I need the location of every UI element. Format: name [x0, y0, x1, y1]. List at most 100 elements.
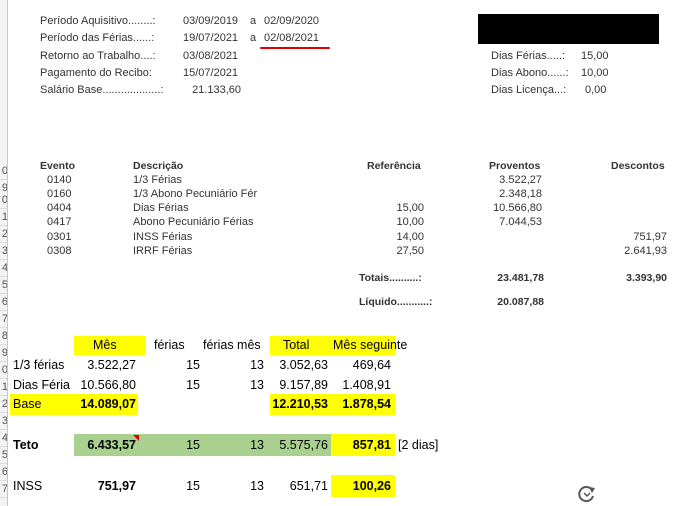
row-number[interactable]: 6: [0, 294, 7, 311]
evento-code: 0160: [47, 188, 72, 200]
cell-total[interactable]: 9.157,89: [268, 378, 328, 392]
dias-licenca-label: Dias Licença...:: [491, 84, 567, 96]
liquido-value: 20.087,88: [497, 296, 544, 308]
descricao: IRRF Férias: [133, 245, 193, 257]
cell-note[interactable]: [2 dias]: [398, 438, 438, 452]
cell-label-terco[interactable]: 1/3 férias: [13, 358, 64, 372]
descricao: Dias Férias: [133, 202, 189, 214]
cell-total[interactable]: 3.052,63: [268, 358, 328, 372]
col-header-descricao: Descrição: [133, 160, 184, 172]
cell-total[interactable]: 5.575,76: [268, 438, 328, 452]
reload-icon[interactable]: [576, 484, 598, 504]
cell-ferias-mes[interactable]: 13: [205, 479, 264, 493]
periodo-ferias-sep: a: [250, 32, 257, 44]
dias-ferias-value: 15,00: [581, 50, 609, 62]
retorno-value: 03/08/2021: [183, 50, 239, 62]
dias-abono-value: 10,00: [581, 67, 609, 79]
totais-label: Totais..........:: [359, 272, 422, 284]
cell-label-teto[interactable]: Teto: [13, 438, 38, 452]
sheet-header-mes[interactable]: Mês: [93, 338, 117, 352]
periodo-aquisitivo-to: 02/09/2020: [264, 15, 320, 27]
proventos: 10.566,80: [493, 202, 542, 214]
periodo-aquisitivo-from: 03/09/2019: [183, 15, 239, 27]
row-number[interactable]: 0: [0, 163, 7, 180]
cell-mes[interactable]: 751,97: [74, 479, 136, 493]
sheet-header-ferias[interactable]: férias: [154, 338, 185, 352]
cell-ferias-mes[interactable]: 13: [205, 438, 264, 452]
row-number[interactable]: 9: [0, 345, 7, 362]
periodo-ferias-from: 19/07/2021: [183, 32, 239, 44]
row-number[interactable]: 5: [0, 447, 7, 464]
cell-ferias-mes[interactable]: 13: [205, 358, 264, 372]
row-number[interactable]: 0: [0, 192, 7, 209]
descontos: 2.641,93: [624, 245, 667, 257]
cell-mes[interactable]: 3.522,27: [74, 358, 136, 372]
row-number[interactable]: 5: [0, 277, 7, 294]
cell-ferias[interactable]: 15: [145, 358, 200, 372]
periodo-ferias-label: Período das Férias......:: [40, 32, 155, 44]
row-number[interactable]: 3: [0, 413, 7, 430]
cell-mes[interactable]: 10.566,80: [74, 378, 136, 392]
proventos: 7.044,53: [499, 216, 542, 228]
sheet-header-mes-seguinte[interactable]: Mês seguinte: [333, 338, 407, 352]
cell-total[interactable]: 651,71: [268, 479, 328, 493]
row-number[interactable]: 3: [0, 243, 7, 260]
row-number[interactable]: 7: [0, 311, 7, 328]
cell-mes[interactable]: 14.089,07: [74, 397, 136, 411]
dias-abono-label: Dias Abono......:: [491, 67, 569, 79]
periodo-aquisitivo-sep: a: [250, 15, 257, 27]
retorno-label: Retorno ao Trabalho....:: [40, 50, 156, 62]
dias-licenca-value: 0,00: [585, 84, 607, 96]
descricao: Abono Pecuniário Férias: [133, 216, 254, 228]
evento-code: 0404: [47, 202, 72, 214]
totais-descontos: 3.393,90: [626, 272, 667, 284]
cell-mes-seguinte[interactable]: 100,26: [331, 479, 391, 493]
liquido-label: Líquido...........:: [359, 296, 433, 308]
referencia: 27,50: [396, 245, 424, 257]
cell-mes-seguinte[interactable]: 1.878,54: [331, 397, 391, 411]
row-number[interactable]: 8: [0, 328, 7, 345]
row-number[interactable]: 1: [0, 379, 7, 396]
cell-label-dias[interactable]: Dias Féria: [13, 378, 70, 392]
proventos: 3.522,27: [499, 174, 542, 186]
totais-proventos: 23.481,78: [497, 272, 544, 284]
cell-mes-seguinte[interactable]: 469,64: [331, 358, 391, 372]
cell-label-inss[interactable]: INSS: [13, 479, 42, 493]
row-number[interactable]: 0: [0, 362, 7, 379]
cell-label-base[interactable]: Base: [13, 397, 42, 411]
row-number[interactable]: 4: [0, 260, 7, 277]
row-number[interactable]: 7: [0, 481, 7, 498]
cell-ferias[interactable]: 15: [145, 438, 200, 452]
referencia: 10,00: [396, 216, 424, 228]
evento-code: 0140: [47, 174, 72, 186]
pagamento-label: Pagamento do Recibo:: [40, 67, 152, 79]
periodo-aquisitivo-label: Período Aquisitivo........:: [40, 15, 156, 27]
sheet-header-total[interactable]: Total: [283, 338, 309, 352]
row-number[interactable]: 1: [0, 209, 7, 226]
evento-code: 0417: [47, 216, 72, 228]
cell-mes-seguinte[interactable]: 1.408,91: [331, 378, 391, 392]
evento-code: 0301: [47, 231, 72, 243]
col-header-proventos: Proventos: [489, 160, 541, 172]
red-underline-annotation: [260, 47, 330, 49]
row-number[interactable]: 4: [0, 430, 7, 447]
descontos: 751,97: [633, 231, 667, 243]
referencia: 14,00: [396, 231, 424, 243]
cell-total[interactable]: 12.210,53: [268, 397, 328, 411]
cell-mes[interactable]: 6.433,57: [74, 438, 136, 452]
descricao: INSS Férias: [133, 231, 193, 243]
cell-ferias[interactable]: 15: [145, 378, 200, 392]
row-number-gutter: 0 9 0 1 2 3 4 5 6 7 8 9 0 1 2 3 4 5 6 7: [0, 0, 8, 506]
row-number[interactable]: 2: [0, 226, 7, 243]
col-header-descontos: Descontos: [611, 160, 665, 172]
proventos: 2.348,18: [499, 188, 542, 200]
row-number[interactable]: 6: [0, 464, 7, 481]
cell-ferias-mes[interactable]: 13: [205, 378, 264, 392]
cell-ferias[interactable]: 15: [145, 479, 200, 493]
pagamento-value: 15/07/2021: [183, 67, 239, 79]
referencia: 15,00: [396, 202, 424, 214]
dias-ferias-label: Dias Férias.....:: [491, 50, 565, 62]
sheet-header-ferias-mes[interactable]: férias mês: [203, 338, 261, 352]
cell-mes-seguinte[interactable]: 857,81: [331, 438, 391, 452]
row-number[interactable]: 2: [0, 396, 7, 413]
